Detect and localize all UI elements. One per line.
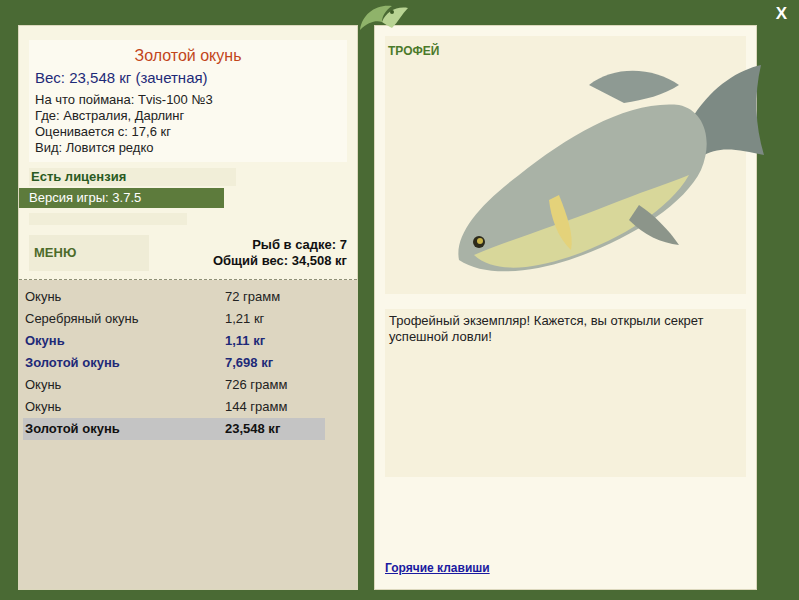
trophy-box: ТРОФЕЙ	[385, 36, 746, 294]
menu-button[interactable]: МЕНЮ	[29, 235, 149, 271]
license-status: Есть лицензия	[29, 168, 236, 186]
fish-title: Золотой окунь	[35, 46, 341, 66]
catch-row[interactable]: Серебряный окунь1,21 кг	[23, 308, 325, 330]
fish-info: Золотой окунь Вес: 23,548 кг (зачетная) …	[29, 40, 347, 162]
catch-list: Окунь72 граммСеребряный окунь1,21 кгОкун…	[19, 280, 357, 590]
keepnet-count: Рыб в садке: 7	[213, 237, 347, 253]
fish-detail: Где: Австралия, Дарлинг	[35, 108, 341, 124]
catch-row[interactable]: Окунь726 грамм	[23, 374, 325, 396]
catch-name: Окунь	[25, 287, 225, 307]
trophy-label: ТРОФЕЙ	[385, 36, 439, 294]
catch-weight: 1,11 кг	[225, 331, 265, 351]
catch-row[interactable]: Окунь1,11 кг	[23, 330, 325, 352]
trophy-message: Трофейный экземпляр! Кажется, вы открыли…	[385, 309, 746, 477]
catch-weight: 726 грамм	[225, 375, 287, 395]
catch-name: Золотой окунь	[25, 419, 225, 439]
catch-name: Окунь	[25, 375, 225, 395]
game-screen: X Золотой окунь Вес: 23,548 кг (зачетная…	[0, 0, 799, 600]
catch-weight: 7,698 кг	[225, 353, 273, 373]
catch-name: Окунь	[25, 331, 225, 351]
fish-weight: Вес: 23,548 кг (зачетная)	[35, 68, 341, 88]
version-bar: Версия игры: 3.7.5	[19, 188, 224, 208]
fish-image	[439, 36, 769, 294]
fish-detail: На что поймана: Tvis-100 №3	[35, 92, 341, 108]
fish-detail: Оценивается с: 17,6 кг	[35, 124, 341, 140]
logo-icon	[352, 0, 412, 34]
catch-weight: 23,548 кг	[225, 419, 280, 439]
trophy-panel: ТРОФЕЙ Трофейный экземпляр! Кажется, вы …	[374, 25, 757, 590]
catch-name: Окунь	[25, 397, 225, 417]
catch-name: Серебряный окунь	[25, 309, 225, 329]
keepnet-total: Общий вес: 34,508 кг	[213, 253, 347, 269]
catch-row[interactable]: Золотой окунь7,698 кг	[23, 352, 325, 374]
empty-bar	[29, 213, 187, 225]
catch-weight: 72 грамм	[225, 287, 280, 307]
close-button[interactable]: X	[776, 5, 787, 22]
catch-name: Золотой окунь	[25, 353, 225, 373]
catch-row[interactable]: Окунь72 грамм	[23, 286, 325, 308]
catch-weight: 144 грамм	[225, 397, 287, 417]
catch-row[interactable]: Золотой окунь23,548 кг	[23, 418, 325, 440]
catch-row[interactable]: Окунь144 грамм	[23, 396, 325, 418]
hotkeys-link[interactable]: Горячие клавиши	[385, 561, 490, 575]
info-panel: Золотой окунь Вес: 23,548 кг (зачетная) …	[18, 25, 358, 590]
catch-weight: 1,21 кг	[225, 309, 264, 329]
fish-detail: Вид: Ловится редко	[35, 140, 341, 156]
